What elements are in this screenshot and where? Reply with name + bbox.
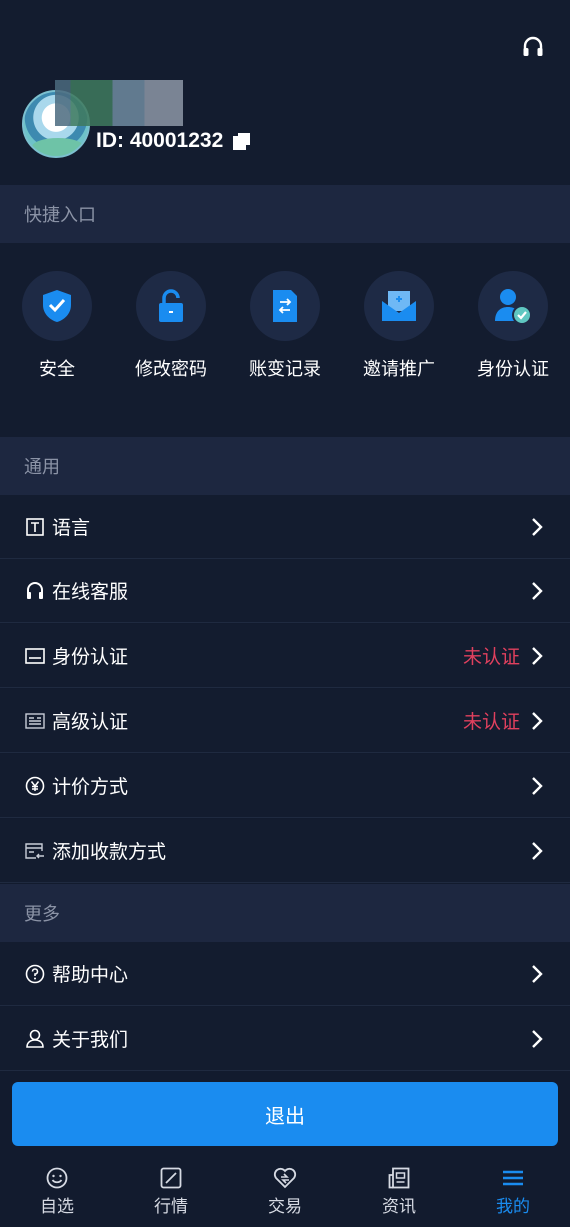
menu-item-pricing-method[interactable]: 计价方式 — [0, 754, 570, 818]
quick-circle — [250, 271, 320, 341]
shield-check-icon — [43, 290, 71, 322]
user-id-text: ID: 40001232 — [96, 129, 224, 152]
trade-heart-icon — [273, 1166, 297, 1190]
menu-label: 帮助中心 — [52, 964, 129, 986]
menu-item-about-us[interactable]: 关于我们 — [0, 1007, 570, 1071]
tab-label: 资讯 — [382, 1197, 416, 1217]
lock-icon — [159, 289, 183, 322]
menu-label: 在线客服 — [52, 581, 129, 603]
menu-item-online-support[interactable]: 在线客服 — [0, 559, 570, 623]
copy-icon[interactable] — [233, 132, 251, 150]
tab-trade[interactable]: 交易 — [228, 1156, 342, 1227]
tab-label: 交易 — [268, 1197, 302, 1217]
menu-label: 高级认证 — [52, 711, 129, 733]
menu-icon — [501, 1166, 525, 1190]
quick-item-change-password[interactable]: 修改密码 — [116, 271, 226, 381]
menu-label: 计价方式 — [52, 776, 129, 798]
logout-button[interactable]: 退出 — [12, 1082, 558, 1146]
language-icon — [24, 516, 46, 538]
section-quick-title: 快捷入口 — [24, 205, 96, 226]
quick-item-invite[interactable]: 邀请推广 — [344, 271, 454, 381]
chart-icon — [159, 1166, 183, 1190]
tab-label: 自选 — [40, 1197, 74, 1217]
section-quick-entry: 快捷入口 — [0, 185, 570, 243]
quick-label: 修改密码 — [135, 359, 207, 380]
advanced-id-icon — [24, 710, 46, 732]
quick-circle — [22, 271, 92, 341]
customer-support-button[interactable] — [520, 34, 546, 60]
tab-watchlist[interactable]: 自选 — [0, 1156, 114, 1227]
quick-item-account-records[interactable]: 账变记录 — [230, 271, 340, 381]
quick-circle — [364, 271, 434, 341]
quick-label: 账变记录 — [249, 359, 321, 380]
headset-icon — [24, 580, 46, 602]
tab-label: 行情 — [154, 1197, 188, 1217]
menu-label: 身份认证 — [52, 646, 129, 668]
chevron-right-icon — [532, 711, 543, 730]
menu-item-help-center[interactable]: 帮助中心 — [0, 942, 570, 1006]
menu-item-add-payment-method[interactable]: 添加收款方式 — [0, 819, 570, 883]
user-outline-icon — [24, 1028, 46, 1050]
chevron-right-icon — [532, 964, 543, 983]
quick-label: 身份认证 — [477, 359, 549, 380]
chevron-right-icon — [532, 646, 543, 665]
payment-card-icon — [24, 840, 46, 862]
envelope-icon — [382, 291, 416, 321]
tab-label: 我的 — [496, 1197, 530, 1217]
quick-item-security[interactable]: 安全 — [2, 271, 112, 381]
smile-icon — [45, 1166, 69, 1190]
user-id: ID: 40001232 — [96, 129, 251, 153]
chevron-right-icon — [532, 1029, 543, 1048]
menu-item-advanced-verification[interactable]: 高级认证 未认证 — [0, 689, 570, 753]
document-transfer-icon — [273, 290, 297, 322]
section-general: 通用 — [0, 437, 570, 495]
username-redacted — [55, 80, 183, 126]
tab-market[interactable]: 行情 — [114, 1156, 228, 1227]
tab-news[interactable]: 资讯 — [342, 1156, 456, 1227]
id-card-icon — [24, 645, 46, 667]
quick-circle — [136, 271, 206, 341]
menu-label: 语言 — [52, 517, 91, 539]
quick-entry-panel: 安全 修改密码 账变记录 邀请推广 身份认证 — [0, 243, 570, 437]
help-circle-icon — [24, 963, 46, 985]
chevron-right-icon — [532, 776, 543, 795]
quick-item-identity[interactable]: 身份认证 — [458, 271, 568, 381]
chevron-right-icon — [532, 517, 543, 536]
quick-label: 安全 — [39, 359, 75, 380]
news-icon — [387, 1166, 411, 1190]
section-general-title: 通用 — [24, 457, 60, 478]
profile-header: ID: 40001232 — [0, 0, 570, 185]
menu-item-identity-verification[interactable]: 身份认证 未认证 — [0, 624, 570, 688]
menu-label: 添加收款方式 — [52, 841, 167, 863]
chevron-right-icon — [532, 581, 543, 600]
quick-label: 邀请推广 — [363, 359, 435, 380]
yuan-icon — [24, 775, 46, 797]
quick-circle — [478, 271, 548, 341]
menu-item-language[interactable]: 语言 — [0, 495, 570, 559]
menu-label: 关于我们 — [52, 1029, 129, 1051]
user-verified-icon — [495, 289, 532, 325]
section-more-title: 更多 — [24, 904, 60, 925]
section-more: 更多 — [0, 884, 570, 942]
verification-status: 未认证 — [462, 646, 520, 668]
headset-icon — [523, 36, 543, 56]
bottom-tab-bar: 自选 行情 交易 资讯 我的 — [0, 1156, 570, 1227]
verification-status: 未认证 — [462, 711, 520, 733]
tab-mine[interactable]: 我的 — [456, 1156, 570, 1227]
chevron-right-icon — [532, 841, 543, 860]
